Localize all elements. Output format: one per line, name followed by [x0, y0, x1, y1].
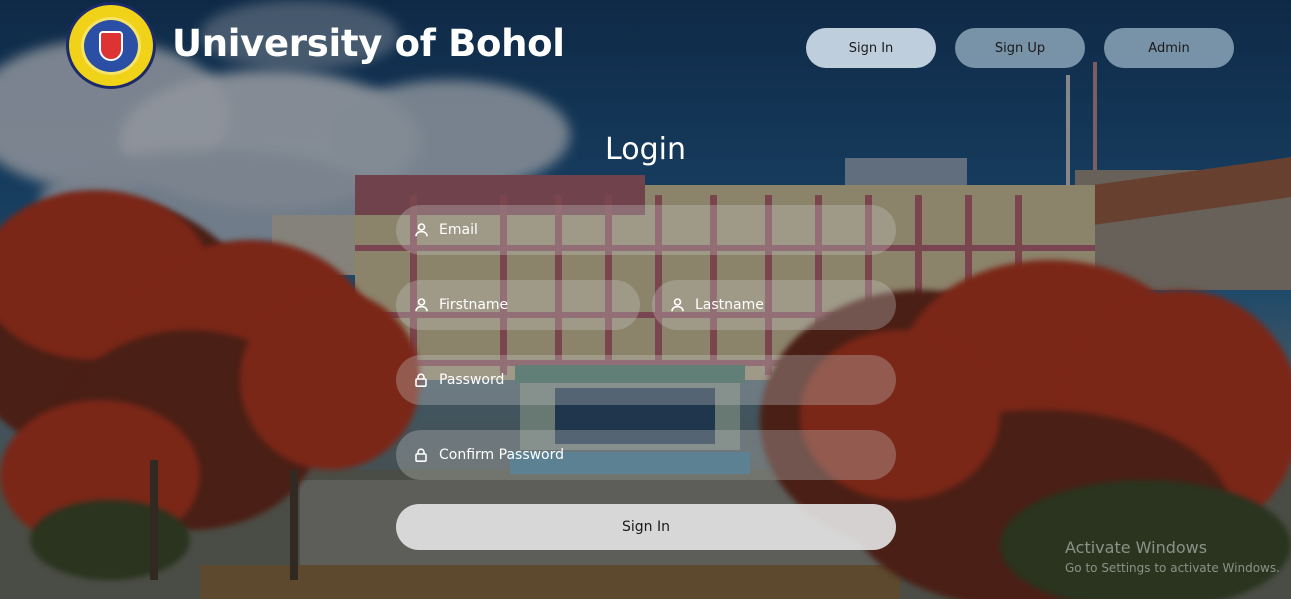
- password-placeholder: Password: [439, 372, 505, 388]
- lock-icon: [414, 373, 428, 387]
- activate-windows-watermark: Activate Windows Go to Settings to activ…: [1065, 538, 1280, 575]
- confirm-password-placeholder: Confirm Password: [439, 447, 565, 463]
- user-icon: [414, 223, 428, 237]
- brand-title: University of Bohol: [172, 22, 565, 65]
- university-seal-logo[interactable]: [66, 2, 156, 89]
- nav-admin-button[interactable]: Admin: [1104, 28, 1234, 68]
- lastname-placeholder: Lastname: [695, 297, 764, 313]
- user-icon: [670, 298, 684, 312]
- seal-shield-icon: [99, 30, 123, 61]
- user-icon: [414, 298, 428, 312]
- firstname-placeholder: Firstname: [439, 297, 509, 313]
- seal-emblem: [81, 16, 141, 75]
- lastname-field[interactable]: Lastname: [652, 280, 896, 330]
- watermark-title: Activate Windows: [1065, 538, 1208, 557]
- page-title: Login: [605, 132, 686, 167]
- email-field[interactable]: Email: [396, 205, 896, 255]
- nav-signin-button[interactable]: Sign In: [806, 28, 936, 68]
- watermark-subtitle: Go to Settings to activate Windows.: [1065, 561, 1280, 575]
- site-header: University of Bohol Sign In Sign Up Admi…: [0, 0, 1291, 95]
- firstname-field[interactable]: Firstname: [396, 280, 640, 330]
- confirm-password-field[interactable]: Confirm Password: [396, 430, 896, 480]
- email-placeholder: Email: [439, 222, 478, 238]
- password-field[interactable]: Password: [396, 355, 896, 405]
- sign-in-submit-button[interactable]: Sign In: [396, 504, 896, 550]
- nav-signup-button[interactable]: Sign Up: [955, 28, 1085, 68]
- lock-icon: [414, 448, 428, 462]
